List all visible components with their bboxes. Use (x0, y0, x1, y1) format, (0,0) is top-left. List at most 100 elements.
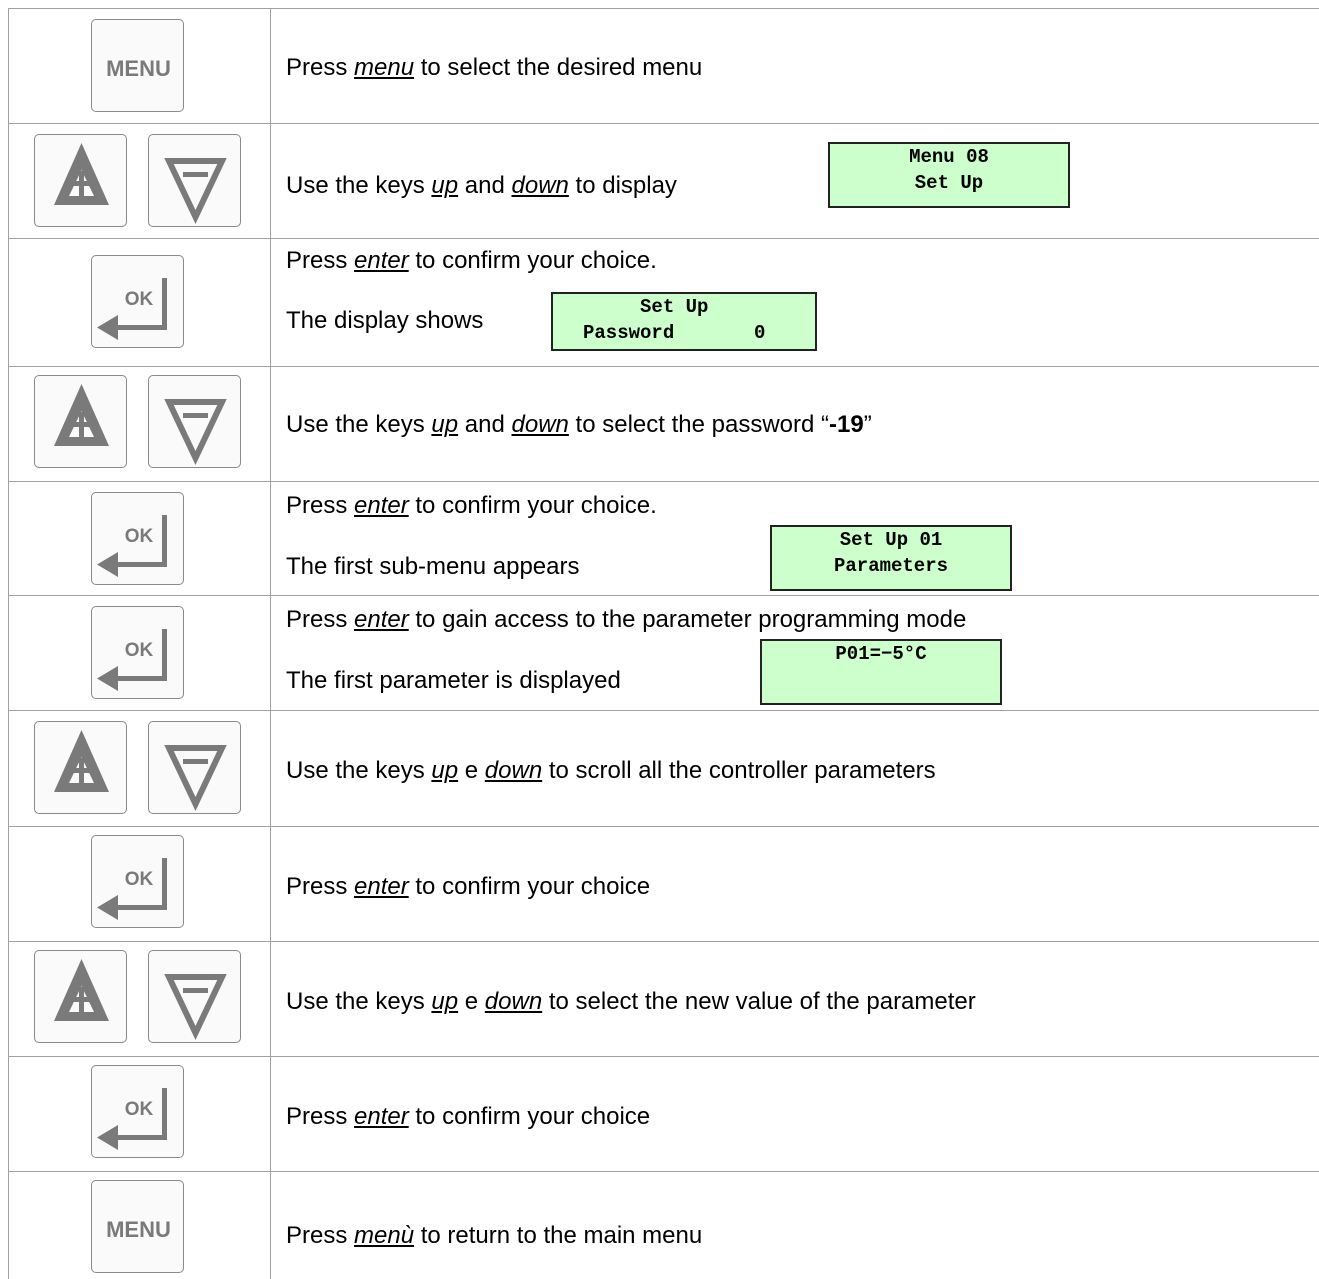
text-fragment: e (458, 988, 485, 1015)
enter-key[interactable]: OK (91, 255, 184, 348)
up-key[interactable] (34, 721, 127, 814)
lcd-display: Set Up Password 0 (551, 292, 817, 351)
enter-key[interactable]: OK (91, 492, 184, 585)
column-divider (270, 1057, 271, 1171)
column-divider (270, 711, 271, 826)
up-key[interactable] (34, 375, 127, 468)
enter-key-label: OK (125, 1099, 154, 1120)
text-fragment: ” (863, 411, 872, 438)
enter-key[interactable]: OK (91, 606, 184, 699)
up-arrow-icon (54, 384, 109, 446)
text-fragment: to confirm your choice. (408, 247, 657, 274)
down-key[interactable] (148, 950, 241, 1043)
key-reference: menu (354, 54, 415, 81)
column-divider (270, 367, 271, 481)
menu-key[interactable]: MENU (91, 1180, 184, 1273)
key-reference: up (431, 411, 459, 438)
instruction-text: Press enter to confirm your choice. (286, 247, 657, 275)
text-fragment: Use the keys (286, 757, 432, 784)
step-row: OK Press enter to confirm your choice (8, 1056, 1319, 1171)
down-arrow-icon (164, 399, 227, 466)
text-fragment: Press (286, 1222, 355, 1249)
column-divider (270, 124, 271, 238)
text-fragment: Press (286, 873, 355, 900)
lcd-line: Password 0 (583, 322, 766, 344)
lcd-line: Menu 08 (909, 146, 989, 168)
column-divider (270, 482, 271, 595)
column-divider (270, 942, 271, 1056)
enter-arrow-icon: OK (97, 1088, 167, 1150)
enter-key-label: OK (125, 526, 154, 547)
enter-key-label: OK (125, 640, 154, 661)
step-row: MENU Press menu to select the desired men… (8, 8, 1319, 123)
down-key[interactable] (148, 375, 241, 468)
instruction-text: Press enter to confirm your choice (286, 1103, 650, 1131)
key-cell (8, 711, 270, 826)
text-fragment: and (458, 172, 512, 199)
key-cell: OK (8, 596, 270, 710)
step-row: OK Press enter to confirm your choice (8, 826, 1319, 941)
text-fragment: Use the keys (286, 988, 432, 1015)
step-row: MENU Press menù to return to the main men… (8, 1171, 1319, 1279)
text-fragment: to select the new value of the parameter (542, 988, 976, 1015)
password-value: -19 (829, 411, 864, 438)
step-row: Use the keys up e down to scroll all the… (8, 710, 1319, 826)
up-arrow-icon (54, 959, 109, 1021)
down-key[interactable] (148, 134, 241, 227)
text-fragment: Use the keys (286, 411, 432, 438)
lcd-display: P01=−5°C (760, 639, 1002, 705)
column-divider (270, 1172, 271, 1279)
lcd-line: Set Up (583, 296, 709, 318)
up-key[interactable] (34, 134, 127, 227)
down-key[interactable] (148, 721, 241, 814)
text-fragment: Press (286, 606, 355, 633)
instruction-text: Use the keys up e down to select the new… (286, 988, 976, 1016)
text-fragment: to select the desired menu (414, 54, 703, 81)
up-key[interactable] (34, 950, 127, 1043)
key-reference: down (484, 988, 543, 1015)
instruction-text: The first parameter is displayed (286, 667, 621, 695)
text-fragment: to confirm your choice (408, 873, 651, 900)
key-reference: menù (354, 1222, 415, 1249)
text-fragment: to confirm your choice (408, 1103, 651, 1130)
text-fragment: to confirm your choice. (408, 492, 657, 519)
text-fragment: Press (286, 247, 355, 274)
key-reference: enter (354, 606, 409, 633)
instruction-text: Press menù to return to the main menu (286, 1222, 702, 1250)
column-divider (270, 827, 271, 941)
key-reference: up (431, 757, 459, 784)
lcd-line: Set Up (914, 172, 984, 194)
down-arrow-icon (164, 158, 227, 225)
enter-key-label: OK (125, 289, 154, 310)
key-cell: OK (8, 1057, 270, 1171)
step-row: Use the keys up and down to display Menu … (8, 123, 1319, 238)
down-arrow-icon (164, 974, 227, 1041)
key-reference: down (511, 411, 569, 438)
instruction-table: MENU Press menu to select the desired men… (8, 8, 1319, 1279)
key-reference: up (431, 988, 459, 1015)
text-fragment: Use the keys (286, 172, 432, 199)
lcd-line (762, 667, 1000, 693)
enter-key[interactable]: OK (91, 1065, 184, 1158)
instruction-text: Use the keys up e down to scroll all the… (286, 757, 936, 785)
step-row: OK Press enter to gain access to the para… (8, 595, 1319, 710)
lcd-line: Set Up 01 (839, 529, 943, 551)
key-cell: MENU (8, 1172, 270, 1279)
enter-key-label: OK (125, 869, 154, 890)
key-reference: down (484, 757, 543, 784)
lcd-line: Parameters (833, 555, 949, 577)
key-cell: OK (8, 482, 270, 595)
menu-key[interactable]: MENU (91, 19, 184, 112)
key-cell (8, 942, 270, 1056)
instruction-text: The display shows (286, 307, 483, 335)
instruction-text: Press enter to gain access to the parame… (286, 606, 966, 634)
lcd-line: P01=−5°C (835, 643, 927, 665)
step-row: OK Press enter to confirm your choice. The… (8, 238, 1319, 366)
key-cell (8, 367, 270, 481)
enter-arrow-icon: OK (97, 278, 167, 340)
key-cell: OK (8, 239, 270, 366)
enter-key[interactable]: OK (91, 835, 184, 928)
text-fragment: The display shows (286, 307, 484, 334)
enter-arrow-icon: OK (97, 858, 167, 920)
step-row: Use the keys up e down to select the new… (8, 941, 1319, 1056)
